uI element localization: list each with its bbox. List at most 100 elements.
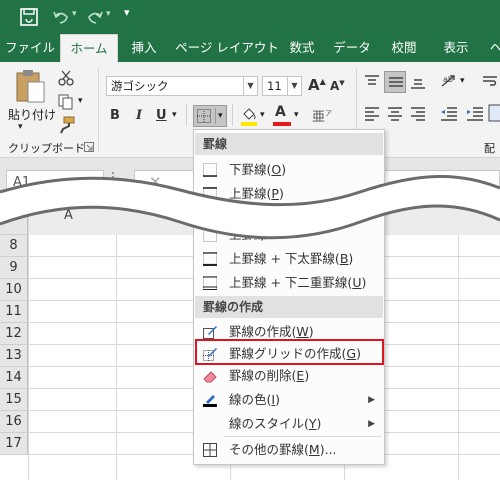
svg-text:ab: ab [443, 75, 453, 84]
menu-item-label: 線のスタイル [229, 416, 305, 431]
menu-item-label: 上罫線 + 下二重罫線 [229, 275, 348, 290]
decrease-indent-icon[interactable] [440, 106, 458, 122]
undo-dropdown-icon[interactable]: ▾ [72, 9, 77, 19]
menu-item-erase-border[interactable]: 罫線の削除(E) [195, 364, 383, 388]
menu-item-line-color[interactable]: 線の色(I) ▶ [195, 388, 383, 412]
align-top-icon[interactable] [364, 74, 380, 90]
redo-dropdown-icon[interactable]: ▾ [106, 9, 111, 19]
menu-section-borders: 罫線 [195, 133, 383, 155]
menu-divider [224, 436, 382, 437]
row-header[interactable]: 14 [0, 367, 28, 389]
fill-color-dropdown-icon[interactable]: ▾ [260, 110, 265, 120]
font-color-swatch [273, 122, 291, 126]
row-header[interactable]: 15 [0, 389, 28, 411]
line-color-icon [203, 395, 217, 407]
submenu-arrow-icon: ▶ [368, 395, 375, 405]
borders-dropdown-icon[interactable]: ▾ [215, 108, 223, 124]
tab-file[interactable]: ファイル [4, 34, 56, 62]
row-header[interactable]: 12 [0, 323, 28, 345]
font-name-select[interactable]: 游ゴシック ▼ [106, 76, 258, 96]
underline-dropdown-icon[interactable]: ▾ [172, 110, 177, 120]
align-bottom-icon[interactable] [410, 74, 426, 90]
format-painter-icon[interactable] [58, 116, 76, 134]
font-size-select[interactable]: 11 ▼ [262, 76, 302, 96]
italic-button[interactable]: I [136, 108, 142, 123]
access-key: Y [308, 416, 317, 431]
tab-view[interactable]: 表示 [436, 34, 476, 62]
orientation-dropdown-icon[interactable]: ▾ [460, 76, 465, 86]
font-color-button[interactable]: A [272, 104, 292, 128]
underline-button[interactable]: U [156, 108, 167, 123]
access-key: E [296, 368, 305, 383]
menu-item-line-style[interactable]: 線のスタイル(Y) ▶ [195, 412, 383, 436]
save-icon[interactable] [20, 8, 38, 26]
row-header[interactable]: 17 [0, 433, 28, 455]
access-key: M [308, 442, 320, 457]
row-header[interactable]: 11 [0, 301, 28, 323]
copy-dropdown-icon[interactable]: ▾ [78, 96, 83, 106]
ribbon-tabs: ファイル ホーム 挿入 ページ レイアウト 数式 データ 校閲 表示 ヘ [0, 34, 500, 62]
tab-home[interactable]: ホーム [60, 34, 118, 62]
undo-icon[interactable] [52, 9, 70, 25]
merge-center-icon[interactable] [488, 104, 500, 122]
paste-button[interactable]: 貼り付け [8, 106, 56, 123]
fill-color-icon[interactable] [240, 106, 258, 128]
borders-button[interactable]: ▾ [193, 105, 227, 127]
access-key: W [296, 324, 309, 339]
row-header[interactable]: 13 [0, 345, 28, 367]
tab-page-layout[interactable]: ページ レイアウト [172, 34, 282, 62]
top-double-bottom-border-icon [203, 276, 217, 290]
font-name-value: 游ゴシック [111, 79, 169, 93]
row-header[interactable]: 9 [0, 257, 28, 279]
tab-review[interactable]: 校閲 [384, 34, 424, 62]
tab-help[interactable]: ヘ [486, 34, 500, 62]
tab-insert[interactable]: 挿入 [122, 34, 166, 62]
menu-section-draw-borders: 罫線の作成 [195, 296, 383, 318]
align-middle-icon [389, 77, 403, 87]
submenu-arrow-icon: ▶ [368, 419, 375, 429]
cut-icon[interactable] [58, 70, 74, 86]
menu-item-label: その他の罫線 [229, 442, 305, 457]
customize-toolbar-icon[interactable]: ▾ [124, 6, 130, 19]
grow-font-letter: A [308, 76, 320, 94]
access-key: I [271, 392, 276, 407]
tab-data[interactable]: データ [332, 34, 372, 62]
paste-dropdown-icon[interactable]: ▾ [18, 122, 23, 132]
top-thick-bottom-border-icon [203, 252, 217, 266]
copy-icon[interactable] [58, 94, 74, 110]
borders-icon [197, 109, 211, 123]
menu-item-label: 線の色 [229, 392, 267, 407]
menu-item-top-double-bottom[interactable]: 上罫線 + 下二重罫線(U) [195, 271, 383, 295]
eraser-icon [203, 371, 217, 383]
shrink-font-button[interactable]: A▼ [330, 79, 345, 93]
clipboard-launcher-icon[interactable] [84, 142, 94, 152]
redo-icon[interactable] [86, 9, 104, 25]
align-middle-button[interactable] [384, 71, 406, 93]
menu-item-more-borders[interactable]: その他の罫線(M)... [195, 438, 383, 462]
menu-item-top-thick-bottom[interactable]: 上罫線 + 下太罫線(B) [195, 247, 383, 271]
chevron-down-icon: ▼ [243, 77, 257, 95]
phonetic-icon[interactable]: 亜ア [312, 106, 332, 125]
more-borders-icon [203, 443, 217, 457]
row-header[interactable]: 10 [0, 279, 28, 301]
wrap-text-icon[interactable] [482, 74, 498, 90]
shrink-font-letter: A [330, 79, 340, 93]
paste-icon[interactable] [14, 68, 46, 104]
access-key: U [352, 275, 362, 290]
align-right-icon[interactable] [410, 106, 426, 122]
wave-break-overlay [0, 174, 500, 240]
access-key: B [339, 251, 349, 266]
row-header[interactable]: 16 [0, 411, 28, 433]
grow-font-button[interactable]: A▲ [308, 76, 326, 94]
tab-formulas[interactable]: 数式 [284, 34, 320, 62]
ribbon-separator [98, 68, 99, 152]
clipboard-group-label: クリップボード [8, 142, 85, 155]
align-center-icon[interactable] [387, 106, 403, 122]
increase-indent-icon[interactable] [466, 106, 484, 122]
bold-button[interactable]: B [110, 108, 120, 123]
align-left-icon[interactable] [364, 106, 380, 122]
highlight-box [195, 339, 384, 365]
font-color-dropdown-icon[interactable]: ▾ [294, 110, 299, 120]
title-bar: ▾ ▾ ▾ [0, 0, 500, 34]
orientation-icon[interactable]: ab [440, 72, 460, 90]
